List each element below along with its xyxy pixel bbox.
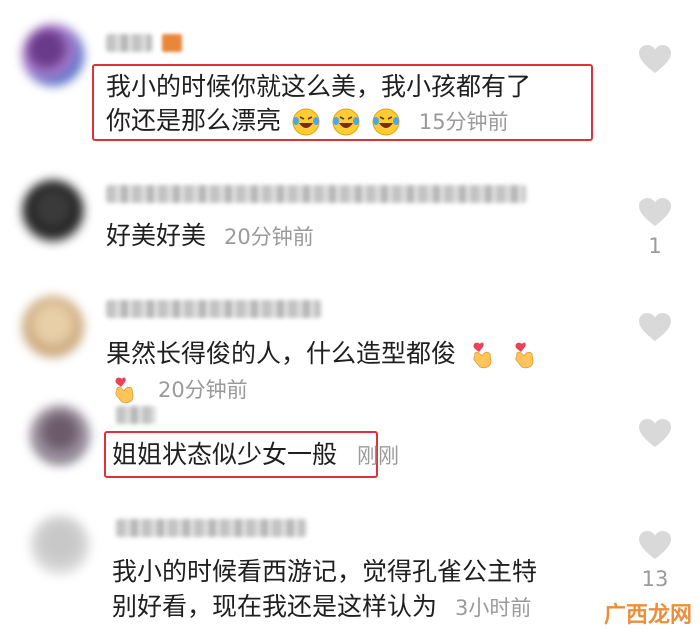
comment-text[interactable]: 你还是那么漂亮 15分钟前 <box>106 104 509 139</box>
like-heart-icon[interactable] <box>638 530 672 560</box>
comment-time: 3小时前 <box>454 596 532 620</box>
comment-text-line: 姐姐状态似少女一般 <box>112 440 338 469</box>
like-heart-icon[interactable] <box>638 44 672 74</box>
avatar[interactable] <box>22 180 84 242</box>
comment-text[interactable]: 姐姐状态似少女一般 刚刚 <box>112 438 399 473</box>
comment-time: 20分钟前 <box>157 378 248 402</box>
comment-time: 20分钟前 <box>223 225 314 249</box>
comment-text-line: 果然长得俊的人，什么造型都俊 <box>106 339 457 368</box>
finger-heart-emoji <box>115 377 134 404</box>
finger-heart-emoji <box>515 342 534 369</box>
laughing-crying-emoji <box>292 108 320 136</box>
laughing-crying-emoji <box>372 108 400 136</box>
user-badge <box>162 34 182 52</box>
watermark: 广西龙网 <box>603 603 692 628</box>
username-blurred[interactable] <box>116 406 156 424</box>
comment-text-line: 你还是那么漂亮 <box>106 106 282 135</box>
comment-text[interactable]: 我小的时候你就这么美，我小孩都有了 <box>106 70 531 104</box>
like-heart-icon[interactable] <box>638 312 672 342</box>
username-blurred[interactable] <box>106 185 526 203</box>
comment-text-line: 好美好美 <box>106 221 207 250</box>
comment-text[interactable]: 别好看，现在我还是这样认为 3小时前 <box>112 590 531 625</box>
avatar[interactable] <box>30 515 90 575</box>
username-blurred[interactable] <box>106 300 321 318</box>
like-heart-icon[interactable] <box>638 197 672 227</box>
like-count: 1 <box>648 234 662 258</box>
comment-text[interactable]: 20分钟前 <box>106 372 248 407</box>
comment-time: 刚刚 <box>356 444 399 468</box>
comment-time: 15分钟前 <box>418 110 509 134</box>
comment-text-line: 别好看，现在我还是这样认为 <box>112 592 438 621</box>
avatar[interactable] <box>30 405 90 465</box>
avatar[interactable] <box>22 24 84 86</box>
username-blurred[interactable] <box>116 519 306 537</box>
like-count: 13 <box>641 567 669 591</box>
like-heart-icon[interactable] <box>638 418 672 448</box>
username-blurred[interactable] <box>106 34 152 52</box>
avatar[interactable] <box>22 296 84 358</box>
finger-heart-emoji <box>473 342 492 369</box>
comment-text[interactable]: 我小的时候看西游记，觉得孔雀公主特 <box>112 555 537 589</box>
laughing-crying-emoji <box>332 108 360 136</box>
comment-text[interactable]: 果然长得俊的人，什么造型都俊 <box>106 337 540 371</box>
comment-text[interactable]: 好美好美 20分钟前 <box>106 219 314 254</box>
